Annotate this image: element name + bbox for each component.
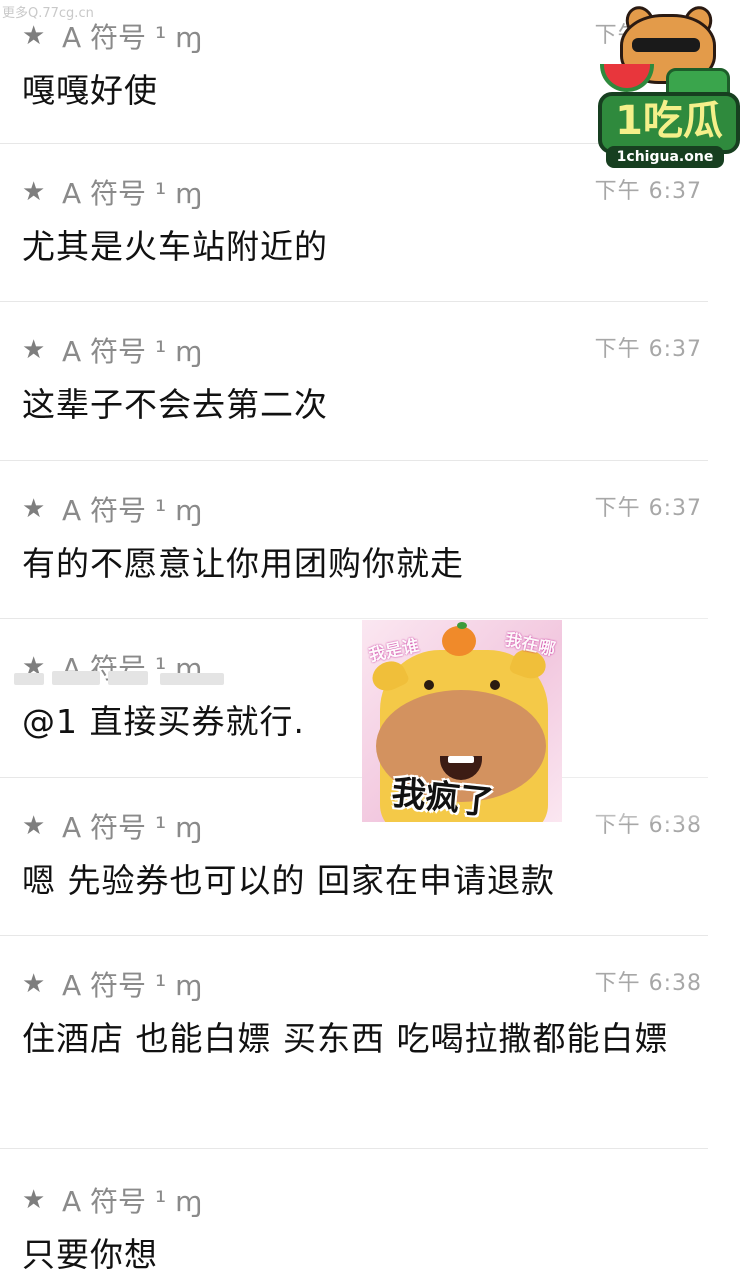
message-text: 这辈子不会去第二次 [22, 385, 328, 424]
sender-name[interactable]: A 符号 ¹ ɱ [62, 806, 202, 846]
divider [0, 935, 708, 936]
star-icon: ★ [22, 177, 46, 207]
sender-name[interactable]: A 符号 ¹ ɱ [62, 1180, 202, 1220]
sticker-caption: 我疯了 [389, 772, 496, 822]
watermelon-icon [600, 64, 654, 92]
message-text: 住酒店 也能白嫖 买东西 吃喝拉撒都能白嫖 [22, 1019, 669, 1058]
star-icon: ★ [22, 969, 46, 999]
sunglasses-icon [632, 38, 700, 52]
message-text: 只要你想 [22, 1235, 158, 1274]
message-text: 有的不愿意让你用团购你就走 [22, 544, 464, 583]
message-time: 下午 6:37 [594, 337, 702, 362]
message-header: ★ A 符号 ¹ ɱ [22, 964, 202, 1004]
star-icon: ★ [22, 494, 46, 524]
message-time: 下午 6:38 [594, 971, 702, 996]
brand-logo: 1吃瓜 1chigua.one [592, 2, 740, 174]
divider [0, 1148, 708, 1149]
divider [0, 301, 708, 302]
message-time: 下午 6:37 [594, 179, 702, 204]
star-icon: ★ [22, 811, 46, 841]
message-header: ★ A 符号 ¹ ɱ [22, 330, 202, 370]
message-header: ★ A 符号 ¹ ɱ [22, 489, 202, 529]
message-header: ★ A 符号 ¹ ɱ [22, 1180, 202, 1220]
message-text: 尤其是火车站附近的 [22, 227, 328, 266]
sender-name[interactable]: A 符号 ¹ ɱ [62, 964, 202, 1004]
star-icon: ★ [22, 335, 46, 365]
message-text: 嗯 先验券也可以的 回家在申请退款 [22, 861, 555, 900]
message-header: ★ A 符号 ¹ ɱ [22, 806, 202, 846]
logo-brand-text: 1吃瓜 [598, 92, 740, 154]
message-header: ★ A 符号 ¹ ɱ [22, 16, 202, 56]
star-icon: ★ [22, 21, 46, 51]
divider [0, 460, 708, 461]
sender-name[interactable]: A 符号 ¹ ɱ [62, 330, 202, 370]
message-header: ★ A 符号 ¹ ɱ [22, 172, 202, 212]
sender-name[interactable]: A 符号 ¹ ɱ [62, 16, 202, 56]
logo-domain-text: 1chigua.one [606, 146, 724, 168]
message-time: 下午 6:37 [594, 496, 702, 521]
star-icon: ★ [22, 1185, 46, 1215]
sticker-image[interactable]: 我是谁 我在哪 我疯了 [362, 620, 562, 822]
sender-name[interactable]: A 符号 ¹ ɱ [62, 172, 202, 212]
sender-name[interactable]: A 符号 ¹ ɱ [62, 489, 202, 529]
